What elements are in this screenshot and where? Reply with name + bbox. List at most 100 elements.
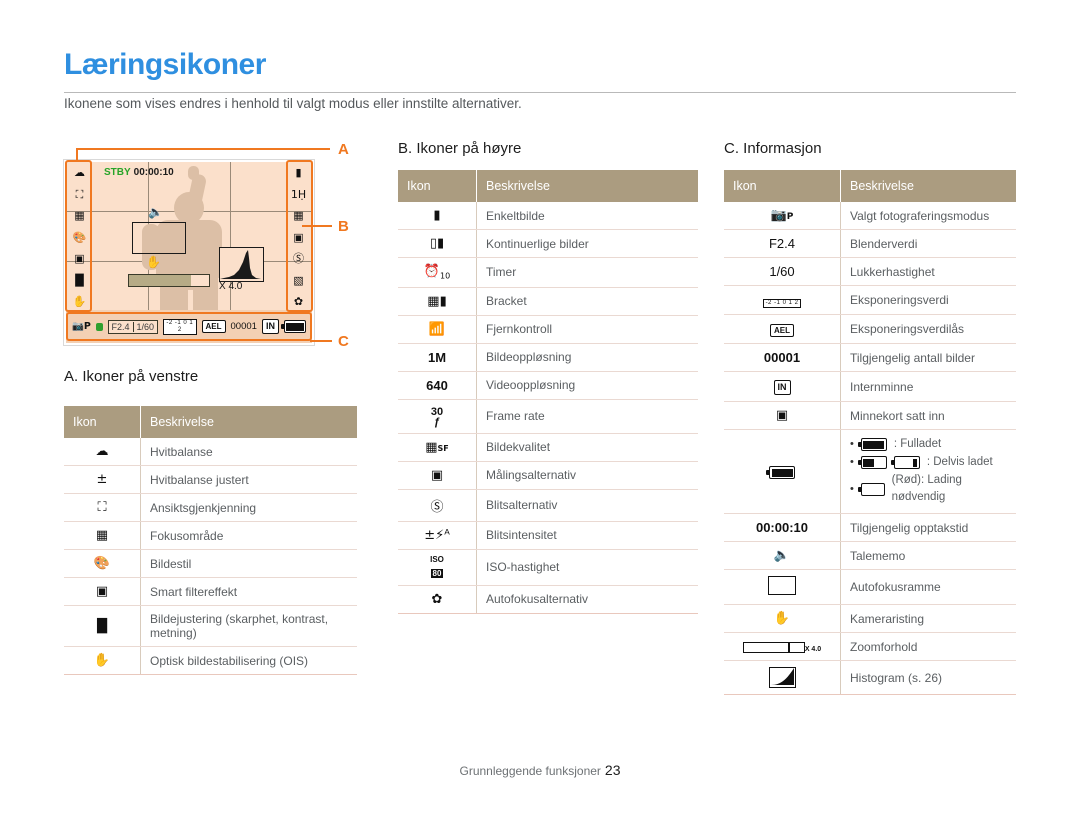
autofocus-frame-overlay [132, 222, 186, 254]
smart-filter-icon: ▣ [64, 577, 141, 606]
table-row: ▣ Smart filtereffekt [64, 577, 357, 606]
row-description: Fokusområde [140, 521, 357, 550]
row-description: Minnekort satt inn [840, 401, 1016, 430]
single-shot-icon: ▮ [398, 202, 477, 230]
table-row: ▯▮ Kontinuerlige bilder [398, 229, 698, 258]
table-row: IN Internminne [724, 371, 1016, 402]
table-row: ISO 80 ISO-hastighet [398, 549, 698, 586]
battery-icon [766, 466, 795, 480]
table-row: ▣ Minnekort satt inn [724, 401, 1016, 430]
focus-area-icon: ▦ [64, 521, 141, 550]
column-header-icon: Ikon [724, 170, 841, 202]
table-row: -2 -1 0 1 2 Eksponeringsverdi [724, 285, 1016, 315]
bullet-text: (Rød): Lading nødvendig [891, 473, 962, 504]
exposure-lock-cell: AEL [724, 314, 841, 344]
footer-page-number: 23 [604, 762, 621, 778]
image-adjust-icon: █ [64, 605, 141, 647]
stby-label: STBY [104, 167, 131, 178]
table-row: ▦SF Bildekvalitet [398, 433, 698, 462]
table-right-icons: Ikon Beskrivelse ▮ Enkeltbilde ▯▮ Kontinue… [398, 170, 698, 614]
column-header-icon: Ikon [64, 406, 141, 438]
row-description: Fjernkontroll [476, 315, 698, 344]
autofocus-frame-cell [724, 569, 841, 606]
page-title: Læringsikoner [64, 48, 266, 81]
table-row: F2.4 Blenderverdi [724, 229, 1016, 258]
title-divider [64, 92, 1016, 93]
table-row: ±⚡ᴬ Blitsintensitet [398, 521, 698, 550]
callout-label-a: A [338, 141, 349, 158]
table-row: Histogram (s. 26) [724, 660, 1016, 696]
histogram-cell [724, 660, 841, 696]
table-row: Ⓢ Blitsalternativ [398, 489, 698, 522]
battery-low-icon [890, 456, 920, 470]
list-item: •: Fulladet [850, 436, 1007, 454]
memory-card-icon: ▣ [724, 401, 841, 430]
aperture-value-text: F2.4 [724, 229, 841, 258]
callout-box-b [286, 160, 313, 312]
table-row: 00:00:10 Tilgjengelig opptakstid [724, 513, 1016, 543]
table-row: 📶 Fjernkontroll [398, 315, 698, 344]
autofocus-option-icon: ✿ [398, 585, 477, 614]
table-row: ☁ Hvitbalanse [64, 438, 357, 466]
table-row: ▣ Målingsalternativ [398, 461, 698, 490]
table-left-icons: Ikon Beskrivelse ☁ Hvitbalanse ± Hvitbalan… [64, 406, 357, 675]
histogram-icon [768, 667, 796, 689]
white-balance-cloud-icon: ☁ [64, 438, 141, 466]
photo-resolution-icon: 1M [398, 343, 477, 372]
remote-control-icon: 📶 [398, 315, 477, 344]
row-description: Optisk bildestabilisering (OIS) [140, 646, 357, 675]
table-row: 30 ƒ Frame rate [398, 399, 698, 434]
shutter-speed-text: 1/60 [724, 257, 841, 286]
callout-line-a-drop [76, 148, 78, 162]
iso-speed-icon: ISO 80 [398, 549, 477, 586]
table-row: ⛶ Ansiktsgjenkjenning [64, 493, 357, 522]
table-row: ▦ Fokusområde [64, 521, 357, 550]
row-description: Bracket [476, 287, 698, 316]
table-row: ✋ Optisk bildestabilisering (OIS) [64, 646, 357, 675]
bullet-text: : Fulladet [893, 438, 942, 450]
table-row: 📷P Valgt fotograferingsmodus [724, 202, 1016, 230]
zoom-bar-overlay [128, 274, 210, 287]
video-resolution-icon: 640 [398, 371, 477, 400]
row-description: Målingsalternativ [476, 461, 698, 490]
column-header-description: Beskrivelse [840, 170, 1016, 202]
row-description: Kameraristing [840, 604, 1016, 634]
footer-text: Grunnleggende funksjoner [459, 764, 601, 778]
table-row: █ Bildejustering (skarphet, kontrast, met… [64, 605, 357, 647]
battery-cell [724, 429, 841, 515]
zoom-ratio-label: X 4.0 [219, 281, 243, 292]
row-description: Bildestil [140, 549, 357, 578]
internal-memory-icon: IN [773, 380, 791, 395]
photo-style-icon: 🎨 [64, 549, 141, 578]
row-description: Frame rate [476, 399, 698, 434]
battery-empty-icon [857, 482, 885, 496]
row-description: Videooppløsning [476, 371, 698, 400]
histogram-overlay [219, 247, 264, 282]
table-row: 00001 Tilgjengelig antall bilder [724, 343, 1016, 372]
row-description: Internminne [840, 371, 1016, 402]
callout-box-c [66, 312, 312, 341]
internal-memory-cell: IN [724, 371, 841, 402]
table-row: Autofokusramme [724, 569, 1016, 606]
metering-icon: ▣ [398, 461, 477, 490]
ois-icon: ✋ [64, 646, 141, 675]
row-description: Timer [476, 257, 698, 288]
column-header-description: Beskrivelse [476, 170, 698, 202]
record-time-text: 00:00:10 [724, 513, 841, 543]
bracket-icon: ▦▮ [398, 287, 477, 316]
row-description: Tilgjengelig antall bilder [840, 343, 1016, 372]
shooting-mode-icon: 📷P [724, 202, 841, 230]
page-subtitle: Ikonene som vises endres i henhold til v… [64, 96, 522, 111]
zoom-ratio-cell: X 4.0 [724, 632, 841, 662]
table-row: ⏰10 Timer [398, 257, 698, 288]
flash-option-icon: Ⓢ [398, 489, 477, 522]
stby-time: 00:00:10 [133, 167, 174, 178]
row-description: Tilgjengelig opptakstid [840, 513, 1016, 543]
battery-bullet-list: •: Fulladet •: Delvis ladet • (Rød): Ladi… [850, 436, 1007, 507]
row-description: Eksponeringsverdi [840, 285, 1016, 315]
row-description: Blitsintensitet [476, 521, 698, 550]
voice-memo-icon: 🔈 [724, 541, 841, 571]
column-header-icon: Ikon [398, 170, 477, 202]
battery-description: •: Fulladet •: Delvis ladet • (Rød): Ladi… [840, 429, 1016, 515]
manual-page: Læringsikoner Ikonene som vises endres i… [0, 0, 1080, 815]
